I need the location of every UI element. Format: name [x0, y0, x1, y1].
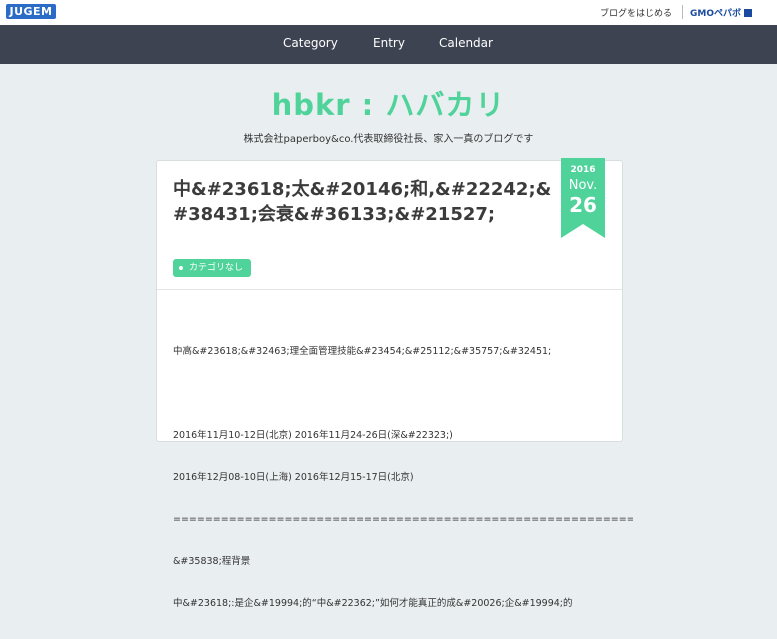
post-body: 中高&#23618;&#32463;理全面管理技能&#23454;&#25112…: [173, 317, 633, 639]
start-blog-link[interactable]: ブログをはじめる: [600, 6, 672, 19]
gmo-pepabo-label: GMOペパボ: [690, 9, 741, 19]
jugem-logo[interactable]: JUGEM: [6, 4, 56, 19]
body-line: ========================================…: [173, 514, 633, 525]
body-line: 中高&#23618;&#32463;理全面管理技能&#23454;&#25112…: [173, 346, 552, 357]
tag-dot-icon: [179, 266, 183, 270]
body-line: 2016年11月10-12日(北京) 2016年11月24-26日(深&#223…: [173, 430, 453, 441]
post-month: Nov.: [568, 178, 598, 193]
body-line: &#35838;程背景: [173, 556, 251, 567]
top-bar: JUGEM ブログをはじめる GMOペパボ: [0, 0, 777, 25]
divider: [157, 289, 622, 290]
topbar-divider: [682, 5, 683, 19]
nav-item-category[interactable]: Category: [283, 36, 338, 50]
post-title[interactable]: 中&#23618;太&#20146;和,&#22242;&#38431;会衰&#…: [173, 177, 558, 227]
category-tag-label: カテゴリなし: [189, 263, 244, 273]
nav-item-entry[interactable]: Entry: [373, 36, 405, 50]
post-year: 2016: [570, 165, 596, 175]
body-line: 中&#23618;:是企&#19994;的“中&#22362;”如何才能真正的成…: [173, 598, 573, 609]
category-tag[interactable]: カテゴリなし: [173, 259, 252, 277]
post-day: 26: [569, 193, 597, 217]
main-nav: Category Entry Calendar: [0, 25, 777, 64]
post-card: 中&#23618;太&#20146;和,&#22242;&#38431;会衰&#…: [156, 158, 633, 609]
site-description: 株式会社paperboy&co.代表取締役社長、家入一真のブログです: [243, 134, 534, 145]
site-title[interactable]: hbkr : ハバカリ: [0, 82, 777, 124]
date-ribbon: 2016 Nov. 26: [561, 158, 605, 238]
body-line: [173, 387, 633, 401]
gmo-pepabo-link[interactable]: GMOペパボ: [690, 6, 752, 19]
square-icon: [744, 9, 752, 17]
body-line: 2016年12月08-10日(上海) 2016年12月15-17日(北京): [173, 472, 414, 483]
nav-item-calendar[interactable]: Calendar: [439, 36, 493, 50]
